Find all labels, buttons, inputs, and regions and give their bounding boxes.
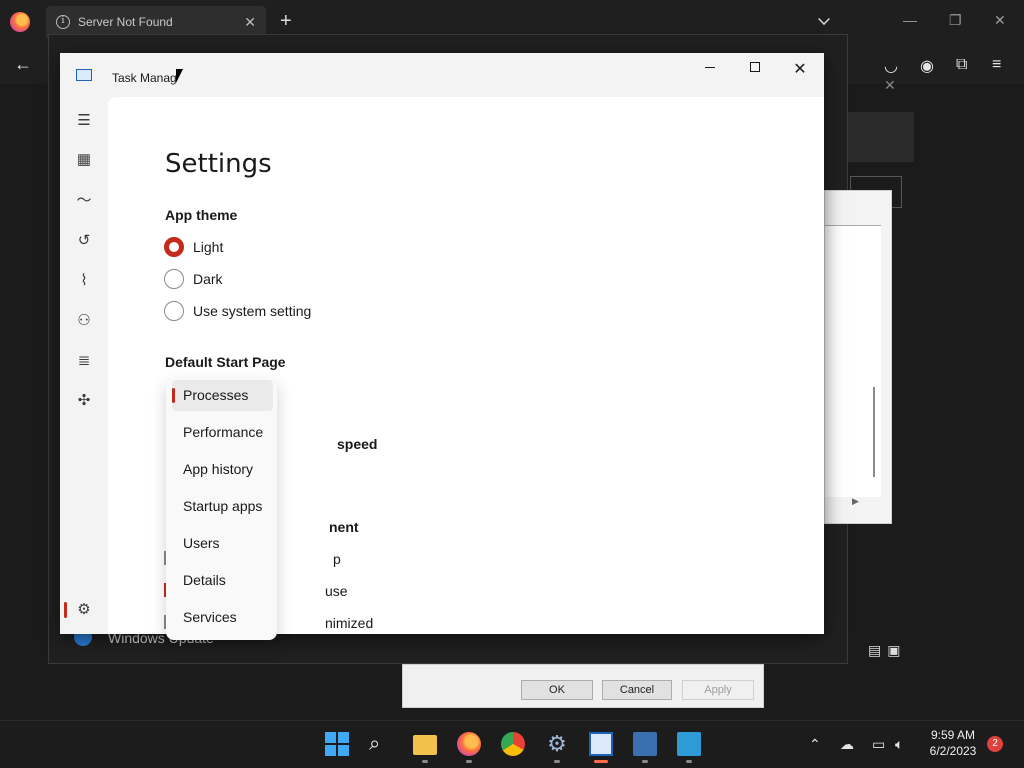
partial-heading-management: nent <box>329 519 359 535</box>
start-windows-icon[interactable] <box>325 732 349 756</box>
hamburger-menu-icon[interactable]: ☰ <box>74 111 94 131</box>
performance-icon[interactable]: 〜 <box>74 191 94 211</box>
time-text: 9:59 AM <box>930 728 976 742</box>
theme-option-dark[interactable]: Dark <box>164 269 223 289</box>
radio-button[interactable] <box>164 301 184 321</box>
volume-icon[interactable]: 🔈︎ <box>895 736 903 753</box>
dropdown-option-startup-apps[interactable]: Startup apps <box>172 491 273 522</box>
details-icon[interactable]: ≣ <box>74 351 94 371</box>
minimize-icon[interactable] <box>695 59 725 77</box>
default-start-page-heading: Default Start Page <box>165 354 286 370</box>
background-close-icon[interactable]: ✕ <box>884 77 896 94</box>
account-icon[interactable]: ◉ <box>920 56 934 76</box>
close-icon[interactable]: ✕ <box>785 59 815 79</box>
onedrive-icon[interactable]: ☁ <box>840 736 854 753</box>
users-icon[interactable]: ⚇ <box>74 311 94 331</box>
radio-button[interactable] <box>164 237 184 257</box>
firefox-logo-icon <box>10 12 30 32</box>
browser-close-icon[interactable]: ✕ <box>994 12 1006 29</box>
notification-badge[interactable]: 2 <box>987 736 1003 752</box>
scroll-right-icon[interactable]: ▶ <box>852 496 859 507</box>
dropdown-option-performance[interactable]: Performance <box>172 417 273 448</box>
maximize-icon[interactable] <box>740 59 770 77</box>
startup-apps-icon[interactable]: ⌇ <box>74 271 94 291</box>
new-tab-button[interactable]: + <box>280 10 292 32</box>
page-title: Settings <box>165 149 272 179</box>
firefox-taskbar-icon[interactable] <box>457 732 481 756</box>
clock[interactable]: 9:59 AM 6/2/2023 <box>920 727 986 759</box>
radio-label: Dark <box>193 271 223 287</box>
date-text: 6/2/2023 <box>929 744 977 758</box>
running-indicator <box>686 760 692 763</box>
running-indicator <box>642 760 648 763</box>
active-indicator <box>594 760 608 763</box>
file-explorer-icon[interactable] <box>413 735 437 755</box>
ok-button[interactable]: OK <box>521 680 593 700</box>
dropdown-option-services[interactable]: Services <box>172 602 273 633</box>
pocket-icon[interactable]: ◡ <box>884 56 898 76</box>
app-history-icon[interactable]: ↺ <box>74 231 94 251</box>
background-scrollbar[interactable] <box>873 387 875 477</box>
settings-gear-icon[interactable]: ⚙ <box>74 600 94 620</box>
extensions-icon[interactable]: ⧉ <box>956 56 967 74</box>
partial-option-top: p <box>333 551 341 567</box>
tab-title: Server Not Found <box>78 15 173 29</box>
cancel-button[interactable]: Cancel <box>602 680 672 700</box>
partial-option-minimized: nimized <box>325 615 374 631</box>
app-theme-heading: App theme <box>165 207 238 223</box>
task-manager-app-icon <box>76 69 92 81</box>
chrome-icon[interactable] <box>501 732 525 756</box>
remote-desktop-icon[interactable] <box>633 732 657 756</box>
info-icon: i <box>56 15 70 29</box>
browser-minimize-icon[interactable]: — <box>903 12 917 28</box>
view-mode-icons[interactable]: ▤▣ <box>868 642 906 659</box>
window-title: Task Manag <box>112 71 177 85</box>
dropdown-option-details[interactable]: Details <box>172 565 273 596</box>
show-hidden-icons-chevron-icon[interactable]: ⌃ <box>809 736 821 753</box>
background-dialog-panel: ▶ <box>824 190 892 524</box>
background-side-panel <box>848 112 914 162</box>
dropdown-option-processes[interactable]: Processes <box>172 380 273 411</box>
running-indicator <box>422 760 428 763</box>
processes-icon[interactable]: ▦ <box>74 150 94 170</box>
tab-close-icon[interactable]: ✕ <box>244 14 256 31</box>
menu-hamburger-icon[interactable]: ≡ <box>992 56 1001 74</box>
mouse-cursor-icon <box>176 69 183 83</box>
dropdown-option-users[interactable]: Users <box>172 528 273 559</box>
partial-heading-speed: speed <box>337 436 378 452</box>
settings-selection-indicator <box>64 602 67 618</box>
start-page-dropdown-list[interactable]: Processes Performance App history Startu… <box>166 378 277 640</box>
terminal-icon[interactable] <box>677 732 701 756</box>
network-icon[interactable]: ▭ <box>872 736 885 753</box>
search-icon[interactable]: ⌕ <box>369 732 393 756</box>
partial-option-use: use <box>325 583 348 599</box>
settings-taskbar-icon[interactable]: ⚙ <box>545 732 569 756</box>
radio-label: Use system setting <box>193 303 312 319</box>
theme-option-system[interactable]: Use system setting <box>164 301 311 321</box>
radio-button[interactable] <box>164 269 184 289</box>
back-arrow-icon[interactable]: ← <box>14 54 32 75</box>
dropdown-option-app-history[interactable]: App history <box>172 454 273 485</box>
browser-restore-icon[interactable]: ❐ <box>949 12 962 29</box>
task-manager-taskbar-icon[interactable] <box>589 732 613 756</box>
services-icon[interactable]: ✣ <box>74 391 94 411</box>
apply-button[interactable]: Apply <box>682 680 754 700</box>
running-indicator <box>554 760 560 763</box>
running-indicator <box>466 760 472 763</box>
theme-option-light[interactable]: Light <box>164 237 223 257</box>
radio-label: Light <box>193 239 224 255</box>
